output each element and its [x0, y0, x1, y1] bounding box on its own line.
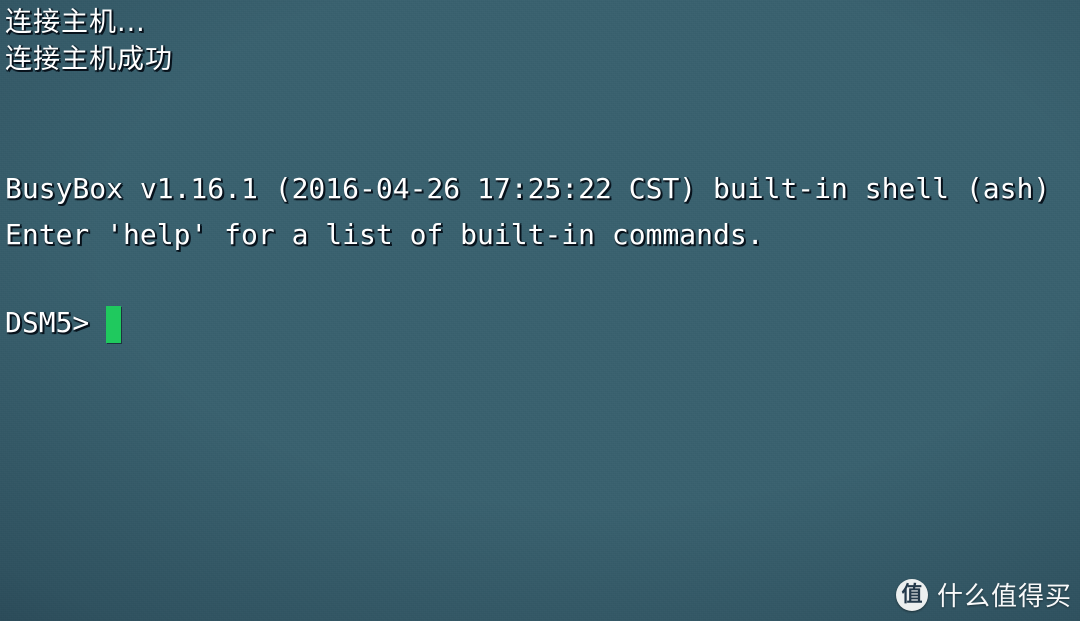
text-cursor[interactable] — [106, 306, 122, 343]
status-line-connecting: 连接主机... — [5, 7, 146, 38]
value-badge-icon: 值 — [895, 578, 928, 611]
busybox-help-line: Enter 'help' for a list of built-in comm… — [5, 218, 764, 251]
watermark: 值 什么值得买 — [895, 576, 1072, 613]
shell-prompt-row[interactable]: DSM5> — [5, 303, 122, 343]
watermark-label: 什么值得买 — [936, 582, 1072, 612]
shell-prompt-label: DSM5> — [5, 306, 90, 339]
busybox-banner-line: BusyBox v1.16.1 (2016-04-26 17:25:22 CST… — [5, 172, 1051, 205]
status-line-connected: 连接主机成功 — [5, 44, 173, 75]
console-output[interactable]: 连接主机... 连接主机成功 BusyBox v1.16.1 (2016-04-… — [0, 0, 1080, 621]
terminal-screen[interactable]: 连接主机... 连接主机成功 BusyBox v1.16.1 (2016-04-… — [0, 0, 1080, 621]
